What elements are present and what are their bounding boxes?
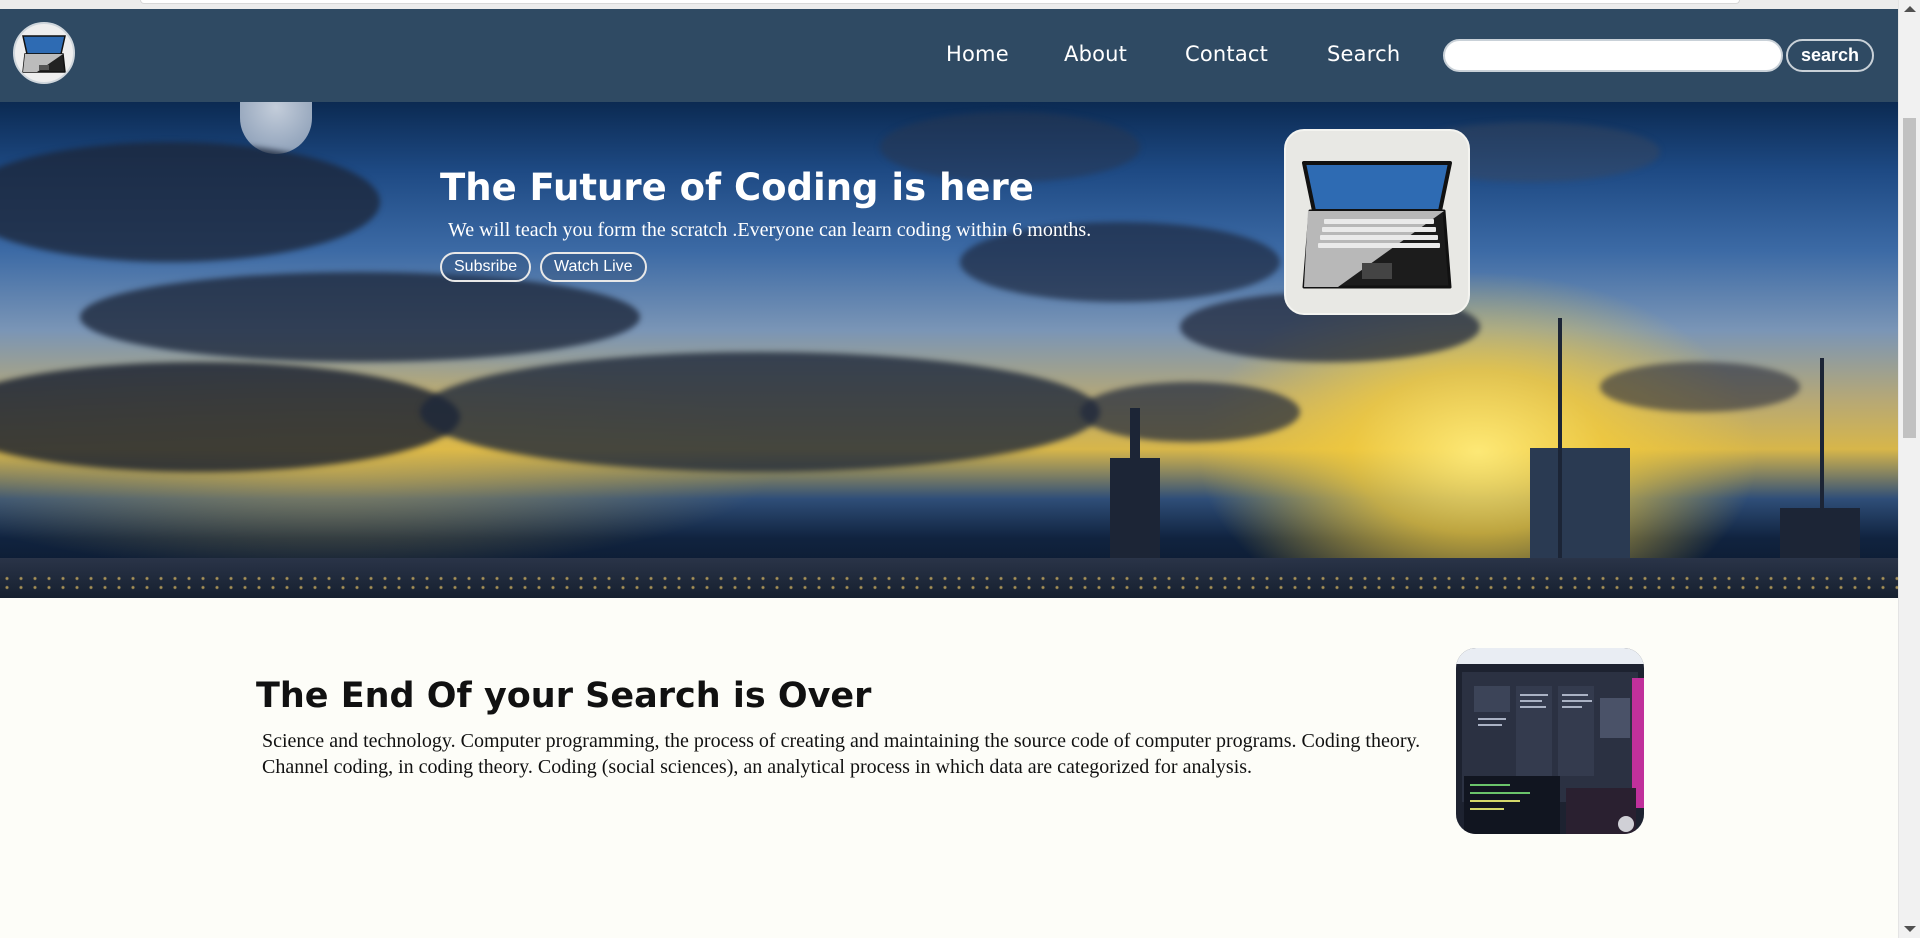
scroll-up-icon[interactable] — [1904, 6, 1916, 12]
cloud — [1080, 382, 1300, 442]
section-text: Science and technology. Computer program… — [262, 730, 1421, 778]
search-input[interactable] — [1443, 39, 1783, 72]
city-lights — [0, 574, 1898, 594]
navbar: Home About Contact Search search — [0, 9, 1898, 102]
hero-banner: The Future of Coding is here We will tea… — [0, 102, 1898, 598]
browser-bar — [140, 0, 1740, 4]
nav-contact[interactable]: Contact — [1185, 42, 1268, 66]
cloud — [80, 272, 640, 362]
cloud — [1600, 362, 1800, 412]
scrollbar[interactable] — [1898, 0, 1920, 938]
nav-search[interactable]: Search — [1327, 42, 1400, 66]
hero-title: The Future of Coding is here — [440, 166, 1034, 209]
watch-live-button[interactable]: Watch Live — [540, 252, 647, 282]
subscribe-button[interactable]: Subsribe — [440, 252, 532, 282]
skyscraper-spire — [1130, 408, 1140, 568]
hero-subtitle: We will teach you form the scratch .Ever… — [448, 219, 1092, 241]
scroll-thumb[interactable] — [1903, 118, 1916, 438]
nav-home[interactable]: Home — [946, 42, 1009, 66]
hero-laptop-icon — [1284, 129, 1470, 315]
search-button[interactable]: search — [1786, 39, 1874, 72]
cloud — [0, 142, 380, 262]
antenna — [1558, 318, 1562, 568]
main-content: The End Of your Search is Over Science a… — [0, 598, 1898, 938]
logo-laptop-icon[interactable] — [13, 22, 75, 84]
building — [1530, 448, 1630, 568]
code-screen-photo — [1456, 648, 1644, 834]
nav-about[interactable]: About — [1064, 42, 1127, 66]
section-title: The End Of your Search is Over — [256, 676, 872, 716]
browser-top-strip — [0, 0, 1898, 9]
cloud — [420, 352, 1100, 472]
scroll-down-icon[interactable] — [1904, 926, 1916, 932]
